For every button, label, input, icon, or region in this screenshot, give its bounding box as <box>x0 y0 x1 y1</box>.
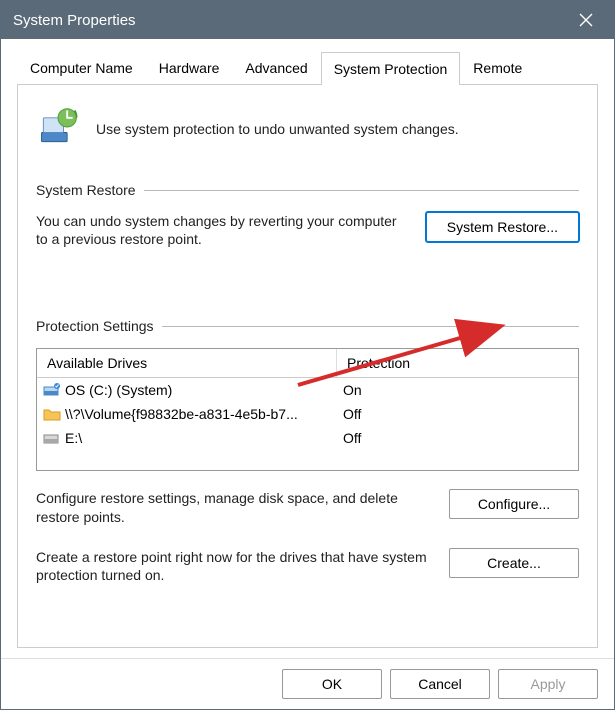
system-protection-icon <box>36 105 80 152</box>
drive-row[interactable]: E:\ Off <box>37 426 578 450</box>
dialog-buttons: OK Cancel Apply <box>1 658 614 709</box>
system-restore-text: You can undo system changes by reverting… <box>36 212 408 248</box>
protection-settings-group: Protection Settings Available Drives Pro… <box>36 318 579 584</box>
window-title: System Properties <box>13 12 570 29</box>
drives-table: Available Drives Protection OS (C:) (Sys… <box>36 348 579 471</box>
drive-row[interactable]: \\?\Volume{f98832be-a831-4e5b-b7... Off <box>37 402 578 426</box>
drive-row[interactable]: OS (C:) (System) On <box>37 378 578 402</box>
system-restore-label: System Restore <box>36 182 136 198</box>
divider <box>144 190 579 191</box>
close-button[interactable] <box>570 4 602 36</box>
system-restore-button[interactable]: System Restore... <box>426 212 579 242</box>
drive-name-label: OS (C:) (System) <box>65 382 172 398</box>
hdd-icon <box>43 430 61 446</box>
titlebar: System Properties <box>1 1 614 39</box>
tab-remote[interactable]: Remote <box>460 51 535 84</box>
tab-hardware[interactable]: Hardware <box>146 51 233 84</box>
cancel-button[interactable]: Cancel <box>390 669 490 699</box>
info-text: Use system protection to undo unwanted s… <box>96 121 459 137</box>
folder-icon <box>43 406 61 422</box>
ok-button[interactable]: OK <box>282 669 382 699</box>
drive-protection-label: Off <box>337 406 578 422</box>
tabpage-system-protection: Use system protection to undo unwanted s… <box>17 85 598 648</box>
configure-text: Configure restore settings, manage disk … <box>36 489 431 525</box>
create-text: Create a restore point right now for the… <box>36 548 431 584</box>
hdd-system-icon <box>43 382 61 398</box>
create-button[interactable]: Create... <box>449 548 579 578</box>
tab-system-protection[interactable]: System Protection <box>321 52 461 85</box>
drives-header: Available Drives Protection <box>37 349 578 378</box>
apply-button[interactable]: Apply <box>498 669 598 699</box>
system-restore-group: System Restore You can undo system chang… <box>36 182 579 248</box>
tab-advanced[interactable]: Advanced <box>232 51 320 84</box>
col-protection: Protection <box>337 349 578 377</box>
configure-button[interactable]: Configure... <box>449 489 579 519</box>
tab-computer-name[interactable]: Computer Name <box>17 51 146 84</box>
col-available-drives: Available Drives <box>37 349 337 377</box>
drive-name-label: \\?\Volume{f98832be-a831-4e5b-b7... <box>65 406 298 422</box>
drive-name-label: E:\ <box>65 430 82 446</box>
close-icon <box>579 13 593 27</box>
divider <box>162 326 579 327</box>
tab-strip: Computer Name Hardware Advanced System P… <box>17 51 598 85</box>
protection-settings-label: Protection Settings <box>36 318 154 334</box>
drive-protection-label: On <box>337 382 578 398</box>
drive-protection-label: Off <box>337 430 578 446</box>
